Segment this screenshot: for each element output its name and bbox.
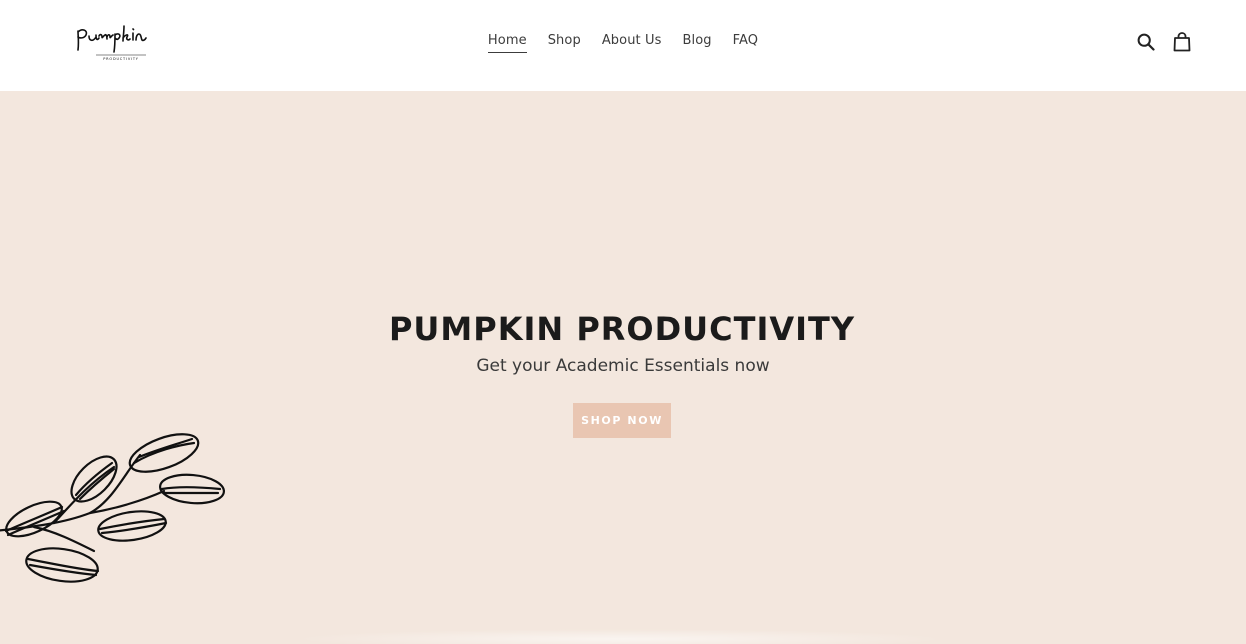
nav-item-shop[interactable]: Shop xyxy=(548,33,581,53)
header-actions xyxy=(1136,31,1192,53)
logo-subtext: PRODUCTIVITY xyxy=(103,57,139,61)
nav-item-faq[interactable]: FAQ xyxy=(733,33,758,53)
shopping-bag-icon xyxy=(1173,32,1191,52)
site-header: PRODUCTIVITY Home Shop About Us Blog FAQ xyxy=(0,0,1246,91)
section-divider-glow xyxy=(290,629,950,644)
search-icon xyxy=(1137,33,1155,51)
hero-subtitle: Get your Academic Essentials now xyxy=(476,356,770,376)
shop-now-button[interactable]: SHOP NOW xyxy=(573,403,671,438)
nav-item-about-us[interactable]: About Us xyxy=(602,33,662,53)
nav-item-home[interactable]: Home xyxy=(487,33,527,53)
nav-item-blog[interactable]: Blog xyxy=(682,33,711,53)
leaf-branch-top-icon xyxy=(966,91,1070,99)
main-navigation: Home Shop About Us Blog FAQ xyxy=(0,33,1246,53)
hero-title: PUMPKIN PRODUCTIVITY xyxy=(388,310,856,348)
leaf-branch-left-icon xyxy=(0,433,226,583)
search-button[interactable] xyxy=(1136,31,1156,53)
hero-content: PUMPKIN PRODUCTIVITY Get your Academic E… xyxy=(0,307,1246,438)
cart-button[interactable] xyxy=(1172,31,1192,53)
hero-banner: PUMPKIN PRODUCTIVITY Get your Academic E… xyxy=(0,91,1246,644)
